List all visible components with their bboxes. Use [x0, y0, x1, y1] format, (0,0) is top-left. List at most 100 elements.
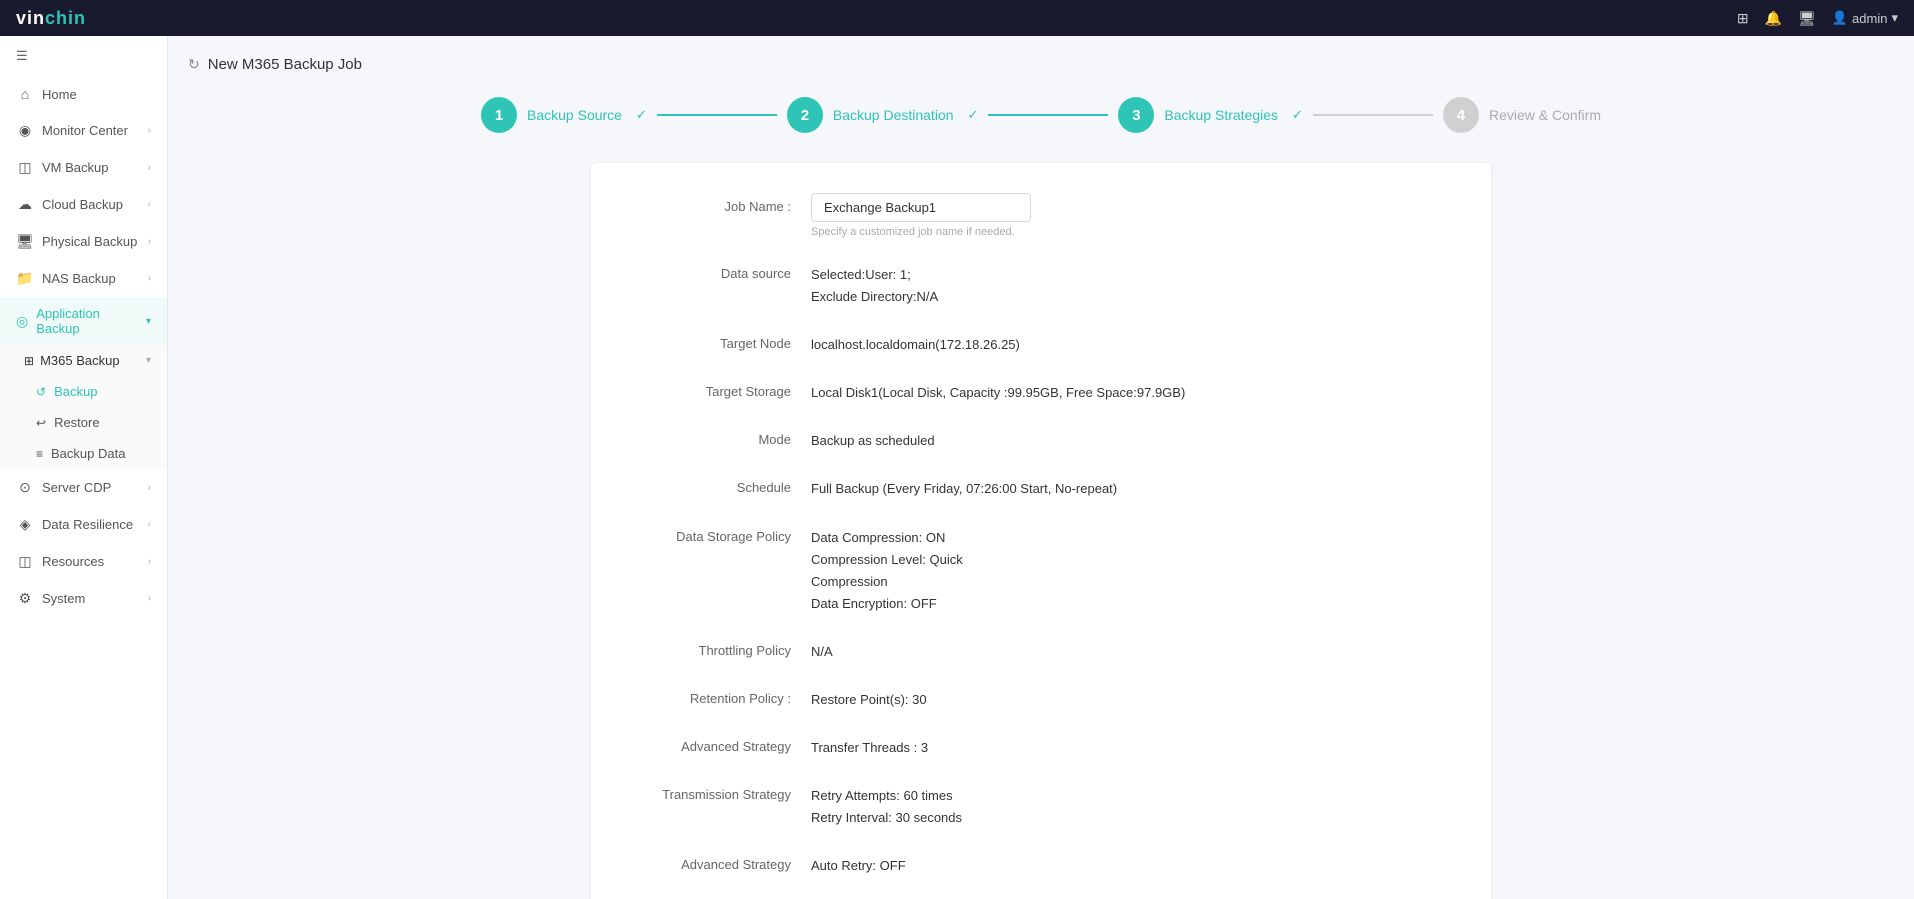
chevron-right-icon: › [148, 593, 151, 604]
form-card: Job Name : Specify a customized job name… [591, 163, 1491, 899]
step-2[interactable]: 2 Backup Destination ✓ [787, 97, 979, 133]
transmission-strategy-label: Transmission Strategy [631, 781, 811, 802]
job-name-label: Job Name : [631, 193, 811, 214]
job-name-input[interactable] [811, 193, 1031, 222]
schedule-text: Full Backup (Every Friday, 07:26:00 Star… [811, 474, 1451, 500]
step-2-check: ✓ [968, 107, 979, 123]
step-4[interactable]: 4 Review & Confirm [1443, 97, 1601, 133]
target-node-row: Target Node localhost.localdomain(172.18… [631, 330, 1451, 356]
sidebar-item-data-resilience[interactable]: ◈ Data Resilience › [0, 506, 167, 543]
step-3[interactable]: 3 Backup Strategies ✓ [1118, 97, 1303, 133]
logo: vinchin [16, 8, 86, 29]
data-storage-policy-label: Data Storage Policy [631, 523, 811, 544]
cloud-backup-icon: ☁ [16, 196, 34, 213]
page-header: ↻ New M365 Backup Job [188, 56, 1894, 73]
target-storage-text: Local Disk1(Local Disk, Capacity :99.95G… [811, 378, 1451, 404]
ts-line2: Retry Interval: 30 seconds [811, 807, 1451, 829]
throttling-policy-row: Throttling Policy N/A [631, 637, 1451, 663]
m365-chevron-icon: ▾ [146, 355, 151, 366]
retention-policy-row: Retention Policy : Restore Point(s): 30 [631, 685, 1451, 711]
step-3-circle: 3 [1118, 97, 1154, 133]
resources-icon: ◫ [16, 553, 34, 570]
sidebar-item-nas-backup[interactable]: 📁 NAS Backup › [0, 260, 167, 297]
data-source-label: Data source [631, 260, 811, 281]
retention-policy-label: Retention Policy : [631, 685, 811, 706]
sidebar-item-application-backup[interactable]: ◎ Application Backup ▾ [0, 297, 167, 345]
admin-menu[interactable]: 👤 admin ▾ [1832, 10, 1898, 26]
dsp-line2: Compression Level: Quick [811, 549, 1451, 571]
dropdown-icon: ▾ [1891, 10, 1898, 26]
nas-backup-icon: 📁 [16, 270, 34, 287]
data-storage-policy-row: Data Storage Policy Data Compression: ON… [631, 523, 1451, 615]
step-4-label: Review & Confirm [1489, 107, 1601, 123]
application-backup-icon: ◎ [16, 313, 28, 330]
backup-icon: ↺ [36, 385, 46, 399]
connector-1-2 [657, 114, 777, 116]
sidebar-toggle[interactable]: ☰ [0, 36, 167, 76]
sidebar-item-system[interactable]: ⚙ System › [0, 580, 167, 617]
user-icon: 👤 [1832, 10, 1848, 26]
sidebar-sub-backup[interactable]: ↺ Backup [0, 376, 167, 407]
mode-value: Backup as scheduled [811, 426, 1451, 452]
chevron-right-icon: › [148, 162, 151, 173]
steps-wizard: 1 Backup Source ✓ 2 Backup Destination ✓… [188, 97, 1894, 133]
chevron-right-icon: › [148, 236, 151, 247]
sidebar-sub-restore[interactable]: ↩ Restore [0, 407, 167, 438]
step-2-circle: 2 [787, 97, 823, 133]
throttling-policy-label: Throttling Policy [631, 637, 811, 658]
dsp-line1: Data Compression: ON [811, 527, 1451, 549]
transmission-strategy-row: Transmission Strategy Retry Attempts: 60… [631, 781, 1451, 829]
step-1-circle: 1 [481, 97, 517, 133]
advanced-strategy2-label: Advanced Strategy [631, 851, 811, 872]
retention-policy-value: Restore Point(s): 30 [811, 685, 1451, 711]
sidebar-item-physical-backup[interactable]: 🖥 Physical Backup › [0, 223, 167, 260]
target-node-value: localhost.localdomain(172.18.26.25) [811, 330, 1451, 356]
sidebar: ☰ ⌂ Home ◉ Monitor Center › ◫ VM Backup … [0, 36, 168, 899]
monitor-icon[interactable]: 🖥 [1798, 10, 1816, 27]
restore-icon: ↩ [36, 416, 46, 430]
advanced-strategy2-value: Auto Retry: OFF [811, 851, 1451, 877]
step-1[interactable]: 1 Backup Source ✓ [481, 97, 647, 133]
sidebar-item-home[interactable]: ⌂ Home [0, 76, 167, 112]
data-source-line1: Selected:User: 1; Exclude Directory:N/A [811, 264, 1451, 308]
advanced-strategy-label: Advanced Strategy [631, 733, 811, 754]
sidebar-sub-backup-data[interactable]: ≡ Backup Data [0, 438, 167, 469]
sidebar-item-cloud-backup[interactable]: ☁ Cloud Backup › [0, 186, 167, 223]
sidebar-item-resources[interactable]: ◫ Resources › [0, 543, 167, 580]
bell-icon[interactable]: 🔔 [1765, 10, 1782, 27]
chevron-right-icon: › [148, 556, 151, 567]
monitor-center-icon: ◉ [16, 122, 34, 139]
main-content: ↻ New M365 Backup Job 1 Backup Source ✓ … [168, 36, 1914, 899]
data-source-value: Selected:User: 1; Exclude Directory:N/A [811, 260, 1451, 308]
sidebar-item-monitor-center[interactable]: ◉ Monitor Center › [0, 112, 167, 149]
mode-row: Mode Backup as scheduled [631, 426, 1451, 452]
throttling-policy-value: N/A [811, 637, 1451, 663]
advanced-strategy-value: Transfer Threads : 3 [811, 733, 1451, 759]
sidebar-sub-m365-group[interactable]: ⊞ M365 Backup ▾ [0, 345, 167, 376]
connector-2-3 [988, 114, 1108, 116]
job-name-row: Job Name : Specify a customized job name… [631, 193, 1451, 238]
backup-data-icon: ≡ [36, 447, 43, 461]
target-node-label: Target Node [631, 330, 811, 351]
retention-policy-text: Restore Point(s): 30 [811, 685, 1451, 711]
schedule-row: Schedule Full Backup (Every Friday, 07:2… [631, 474, 1451, 500]
data-resilience-icon: ◈ [16, 516, 34, 533]
mode-text: Backup as scheduled [811, 426, 1451, 452]
step-1-check: ✓ [636, 107, 647, 123]
advanced-strategy-row: Advanced Strategy Transfer Threads : 3 [631, 733, 1451, 759]
chevron-down-icon: ▾ [146, 316, 151, 327]
step-3-check: ✓ [1292, 107, 1303, 123]
sidebar-item-server-cdp[interactable]: ⊙ Server CDP › [0, 469, 167, 506]
chevron-right-icon: › [148, 125, 151, 136]
m365-icon: ⊞ [24, 354, 34, 368]
topbar: vinchin ⊞ 🔔 🖥 👤 admin ▾ [0, 0, 1914, 36]
vm-backup-icon: ◫ [16, 159, 34, 176]
refresh-icon[interactable]: ↻ [188, 56, 200, 73]
sidebar-item-vm-backup[interactable]: ◫ VM Backup › [0, 149, 167, 186]
home-icon: ⌂ [16, 86, 34, 102]
system-icon: ⚙ [16, 590, 34, 607]
schedule-label: Schedule [631, 474, 811, 495]
step-3-label: Backup Strategies [1164, 107, 1278, 123]
data-storage-policy-value: Data Compression: ON Compression Level: … [811, 523, 1451, 615]
grid-icon[interactable]: ⊞ [1737, 10, 1749, 27]
